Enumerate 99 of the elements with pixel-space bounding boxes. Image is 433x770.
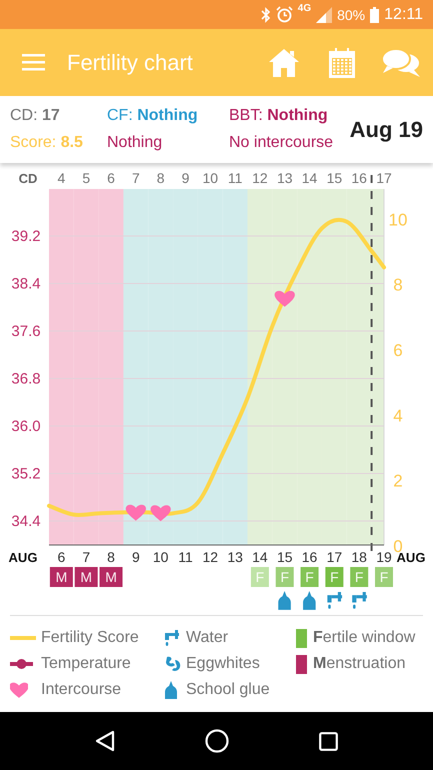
legend-label: Water bbox=[186, 629, 228, 647]
legend-label: Temperature bbox=[41, 655, 131, 673]
date-label: 17 bbox=[326, 549, 342, 565]
cycle-day-label: 8 bbox=[156, 170, 165, 186]
date-label: 16 bbox=[302, 549, 318, 565]
tap-icon bbox=[165, 630, 179, 646]
date-label: 11 bbox=[178, 549, 193, 565]
date-label: 7 bbox=[82, 549, 90, 565]
swirl-icon bbox=[165, 656, 182, 672]
square-icon bbox=[319, 732, 338, 750]
cycle-day-label: 10 bbox=[202, 170, 218, 186]
legend-label: Eggwhites bbox=[186, 655, 260, 673]
cervical-fluid-text: CF: Nothing bbox=[107, 106, 199, 125]
bluetooth-icon bbox=[260, 6, 271, 22]
score-tick-label: 2 bbox=[393, 472, 403, 491]
note-text: Nothing bbox=[107, 134, 164, 152]
cycle-day-label: 6 bbox=[107, 170, 115, 186]
app-title: Fertility chart bbox=[67, 50, 194, 76]
score-tick-label: 4 bbox=[393, 406, 403, 426]
legend-label: Intercourse bbox=[41, 681, 122, 699]
fertile-badge: F bbox=[300, 567, 319, 587]
date-label: 10 bbox=[152, 549, 168, 565]
cycle-day-label: 9 bbox=[182, 170, 190, 186]
fertile-badge: F bbox=[375, 567, 393, 587]
battery-label: 80% bbox=[337, 8, 366, 22]
fertile-badge: F bbox=[276, 567, 294, 587]
back-button[interactable] bbox=[95, 730, 115, 752]
temperature-tick-label: 37.6 bbox=[11, 323, 41, 340]
home-button[interactable] bbox=[269, 48, 299, 76]
intercourse-text: No intercourse bbox=[229, 134, 334, 152]
home-icon bbox=[269, 48, 299, 76]
month-label: AUG bbox=[8, 550, 38, 565]
heart-icon bbox=[10, 682, 28, 698]
cycle-day-label: 5 bbox=[82, 170, 90, 186]
tap-icon bbox=[327, 592, 342, 609]
date-label: 19 bbox=[376, 549, 392, 565]
date-label: 18 bbox=[351, 549, 367, 565]
temperature-tick-label: 39.2 bbox=[11, 228, 41, 245]
swatch-icon bbox=[296, 654, 307, 674]
tap-icon bbox=[352, 592, 367, 609]
temperature-tick-label: 34.4 bbox=[11, 513, 41, 530]
score-tick-label: 10 bbox=[388, 210, 408, 230]
date-label: 13 bbox=[227, 549, 243, 565]
date-label: 9 bbox=[132, 549, 140, 565]
cycle-day-label: 14 bbox=[302, 170, 318, 186]
menstruation-badge: M bbox=[50, 567, 73, 587]
network-label: 4G bbox=[298, 4, 312, 14]
home-nav-button[interactable] bbox=[205, 729, 229, 753]
temperature-tick-label: 35.2 bbox=[11, 466, 41, 482]
date-label: 6 bbox=[58, 549, 66, 565]
temperature-tick-label: 38.4 bbox=[11, 276, 41, 292]
bottle-icon bbox=[165, 681, 177, 699]
menu-icon bbox=[22, 54, 45, 71]
date-label: 8 bbox=[107, 549, 115, 565]
menu-button[interactable] bbox=[22, 54, 45, 71]
bottle-icon bbox=[278, 591, 291, 610]
fertile-badge: F bbox=[325, 567, 344, 587]
date-label: 14 bbox=[252, 549, 268, 565]
battery-icon bbox=[370, 6, 380, 22]
bottle-icon bbox=[303, 591, 316, 610]
cycle-day-label: 13 bbox=[276, 170, 293, 186]
cycle-day-label: 15 bbox=[326, 170, 342, 186]
cycle-day-label: 11 bbox=[228, 170, 242, 186]
cycle-day-label: 12 bbox=[252, 170, 268, 186]
signal-icon bbox=[316, 6, 332, 22]
cycle-day-label: 17 bbox=[376, 170, 392, 186]
score-text: Score: 8.5 bbox=[10, 134, 84, 152]
fertile-badge: F bbox=[350, 567, 368, 587]
legend-label: Menstruation bbox=[313, 655, 406, 673]
axis-label: CD bbox=[18, 171, 38, 186]
clock-label: 12:11 bbox=[384, 6, 423, 22]
cycle-day-label: 16 bbox=[351, 170, 367, 186]
calendar-icon bbox=[329, 48, 355, 78]
legend-label: School glue bbox=[186, 681, 270, 699]
cycle-day-label: 7 bbox=[132, 170, 140, 186]
date-label: 15 bbox=[276, 549, 293, 565]
date-text: Aug 19 bbox=[350, 116, 423, 142]
score-tick-label: 8 bbox=[393, 276, 403, 295]
alarm-icon bbox=[276, 6, 293, 23]
date-label: 12 bbox=[202, 549, 218, 565]
menstruation-badge: M bbox=[74, 567, 98, 587]
fertile-badge: F bbox=[250, 567, 269, 587]
back-icon bbox=[95, 730, 115, 752]
legend-label: Fertility Score bbox=[41, 629, 139, 647]
cycle-day-label: 4 bbox=[58, 170, 66, 186]
recents-button[interactable] bbox=[319, 732, 338, 750]
chat-icon bbox=[381, 48, 421, 78]
calendar-button[interactable] bbox=[329, 48, 355, 78]
chat-button[interactable] bbox=[381, 48, 421, 78]
score-tick-label: 6 bbox=[393, 341, 403, 360]
temperature-tick-label: 36.8 bbox=[11, 370, 41, 388]
cycle-day-text: CD: 17 bbox=[10, 106, 61, 125]
home-circle-icon bbox=[205, 729, 229, 753]
line-swatch-icon bbox=[10, 636, 36, 640]
temperature-text: BBT: Nothing bbox=[229, 106, 329, 125]
legend-label: Fertile window bbox=[313, 629, 416, 647]
temperature-tick-label: 36.0 bbox=[11, 418, 41, 435]
swatch-icon bbox=[296, 628, 307, 648]
menstruation-badge: M bbox=[100, 567, 123, 587]
